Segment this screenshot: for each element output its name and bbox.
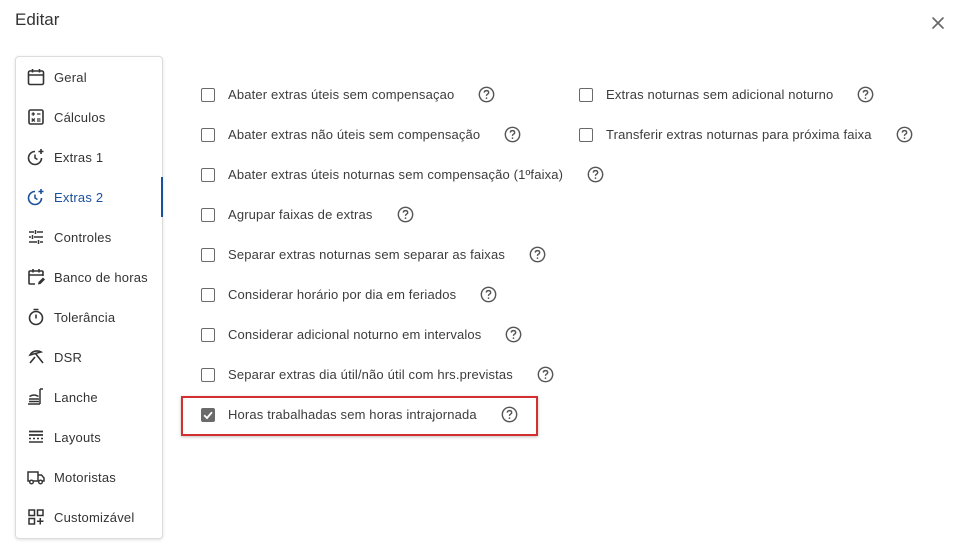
option-label: Abater extras úteis noturnas sem compens… bbox=[228, 167, 564, 182]
sidebar-item-controles[interactable]: Controles bbox=[16, 217, 162, 257]
help-icon[interactable] bbox=[501, 406, 518, 423]
close-icon[interactable] bbox=[928, 13, 948, 33]
grid-plus-icon bbox=[26, 507, 46, 527]
sidebar-item-dsr[interactable]: DSR bbox=[16, 337, 162, 377]
help-icon[interactable] bbox=[857, 86, 874, 103]
calculator-icon bbox=[26, 107, 46, 127]
lunch-icon bbox=[26, 387, 46, 407]
option-extras-noturnas-sem-adicional: Extras noturnas sem adicional noturno bbox=[579, 86, 874, 103]
checkbox[interactable] bbox=[201, 207, 215, 222]
option-label: Horas trabalhadas sem horas intrajornada bbox=[228, 407, 477, 422]
option-label: Separar extras dia útil/não útil com hrs… bbox=[228, 367, 513, 382]
sidebar-item-customizavel[interactable]: Customizável bbox=[16, 497, 162, 537]
help-icon[interactable] bbox=[505, 326, 522, 343]
sidebar-item-label: Motoristas bbox=[54, 469, 116, 485]
sidebar-item-motoristas[interactable]: Motoristas bbox=[16, 457, 162, 497]
option-abater-extras-uteis: Abater extras úteis sem compensaçao bbox=[201, 86, 495, 103]
option-label: Abater extras não úteis sem compensação bbox=[228, 127, 481, 142]
option-considerar-adicional-noturno: Considerar adicional noturno em interval… bbox=[201, 326, 522, 343]
sidebar-item-label: Lanche bbox=[54, 389, 98, 405]
sidebar-item-layouts[interactable]: Layouts bbox=[16, 417, 162, 457]
option-abater-extras-nao-uteis: Abater extras não úteis sem compensação bbox=[201, 126, 521, 143]
help-icon[interactable] bbox=[480, 286, 497, 303]
checkbox[interactable] bbox=[201, 167, 215, 182]
option-label: Extras noturnas sem adicional noturno bbox=[606, 87, 834, 102]
option-label: Considerar adicional noturno em interval… bbox=[228, 327, 482, 342]
sidebar: Geral Cálculos Extras 1 Extras 2 Control… bbox=[15, 56, 163, 539]
help-icon[interactable] bbox=[504, 126, 521, 143]
sidebar-item-label: Extras 2 bbox=[54, 189, 104, 205]
clock-plus-icon bbox=[26, 147, 46, 167]
sidebar-item-label: Tolerância bbox=[54, 309, 116, 325]
timer-icon bbox=[26, 307, 46, 327]
sidebar-item-label: DSR bbox=[54, 349, 83, 365]
option-label: Abater extras úteis sem compensaçao bbox=[228, 87, 455, 102]
sidebar-item-banco-de-horas[interactable]: Banco de horas bbox=[16, 257, 162, 297]
sidebar-item-label: Banco de horas bbox=[54, 269, 148, 285]
sidebar-item-label: Layouts bbox=[54, 429, 101, 445]
checkbox[interactable] bbox=[201, 287, 215, 302]
option-label: Considerar horário por dia em feriados bbox=[228, 287, 457, 302]
sidebar-item-lanche[interactable]: Lanche bbox=[16, 377, 162, 417]
calendar-icon bbox=[26, 67, 46, 87]
checkbox[interactable] bbox=[579, 127, 593, 142]
sidebar-item-label: Extras 1 bbox=[54, 149, 104, 165]
calendar-edit-icon bbox=[26, 267, 46, 287]
beach-icon bbox=[26, 347, 46, 367]
help-icon[interactable] bbox=[529, 246, 546, 263]
checkbox-checked[interactable] bbox=[201, 407, 215, 422]
checkbox[interactable] bbox=[201, 327, 215, 342]
option-separar-extras-noturnas: Separar extras noturnas sem separar as f… bbox=[201, 246, 546, 263]
help-icon[interactable] bbox=[896, 126, 913, 143]
checkbox[interactable] bbox=[201, 127, 215, 142]
sidebar-item-extras-2[interactable]: Extras 2 bbox=[16, 177, 163, 217]
dialog-title: Editar bbox=[15, 10, 60, 29]
sidebar-item-tolerancia[interactable]: Tolerância bbox=[16, 297, 162, 337]
option-agrupar-faixas: Agrupar faixas de extras bbox=[201, 206, 414, 223]
sidebar-item-geral[interactable]: Geral bbox=[16, 57, 162, 97]
sidebar-item-calculos[interactable]: Cálculos bbox=[16, 97, 162, 137]
checkbox[interactable] bbox=[201, 87, 215, 102]
checkbox[interactable] bbox=[201, 247, 215, 262]
sidebar-item-label: Geral bbox=[54, 69, 87, 85]
option-considerar-horario-feriados: Considerar horário por dia em feriados bbox=[201, 286, 497, 303]
sidebar-item-label: Customizável bbox=[54, 509, 135, 525]
sidebar-item-label: Cálculos bbox=[54, 109, 106, 125]
option-transferir-extras-noturnas: Transferir extras noturnas para próxima … bbox=[579, 126, 913, 143]
sidebar-item-label: Controles bbox=[54, 229, 112, 245]
option-label: Separar extras noturnas sem separar as f… bbox=[228, 247, 505, 262]
help-icon[interactable] bbox=[478, 86, 495, 103]
clock-plus-icon bbox=[26, 187, 46, 207]
help-icon[interactable] bbox=[587, 166, 604, 183]
sidebar-item-extras-1[interactable]: Extras 1 bbox=[16, 137, 162, 177]
checkbox[interactable] bbox=[579, 87, 593, 102]
help-icon[interactable] bbox=[537, 366, 554, 383]
option-horas-trabalhadas-sem-intrajornada: Horas trabalhadas sem horas intrajornada bbox=[201, 406, 518, 423]
option-abater-extras-uteis-noturnas: Abater extras úteis noturnas sem compens… bbox=[201, 166, 604, 183]
option-label: Transferir extras noturnas para próxima … bbox=[606, 127, 872, 142]
option-separar-extras-dia-util: Separar extras dia útil/não útil com hrs… bbox=[201, 366, 554, 383]
truck-icon bbox=[26, 467, 46, 487]
sliders-icon bbox=[26, 227, 46, 247]
check-icon bbox=[203, 411, 213, 419]
layout-icon bbox=[26, 427, 46, 447]
checkbox[interactable] bbox=[201, 367, 215, 382]
option-label: Agrupar faixas de extras bbox=[228, 207, 373, 222]
help-icon[interactable] bbox=[397, 206, 414, 223]
